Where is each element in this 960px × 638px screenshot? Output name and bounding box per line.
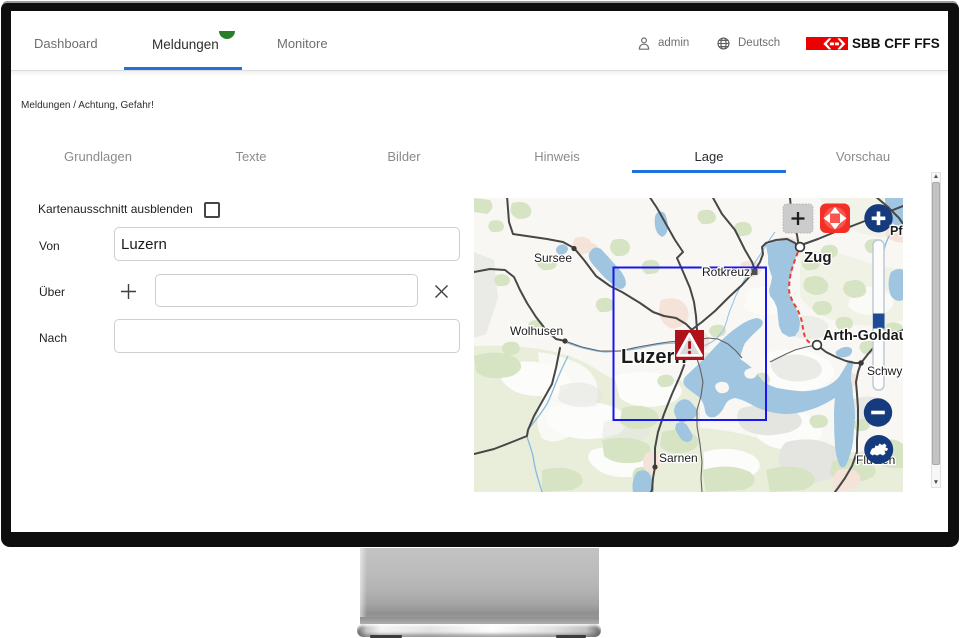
svg-text:Rotkreuz: Rotkreuz	[702, 265, 750, 279]
svg-text:Zug: Zug	[804, 249, 832, 266]
svg-text:Wolhusen: Wolhusen	[510, 324, 563, 338]
svg-text:Sursee: Sursee	[534, 251, 572, 265]
svg-text:Pf: Pf	[890, 224, 903, 238]
svg-text:Arth-Goldau: Arth-Goldau	[823, 328, 903, 344]
svg-text:Schwyz: Schwyz	[867, 364, 903, 378]
svg-text:Sarnen: Sarnen	[659, 451, 698, 465]
